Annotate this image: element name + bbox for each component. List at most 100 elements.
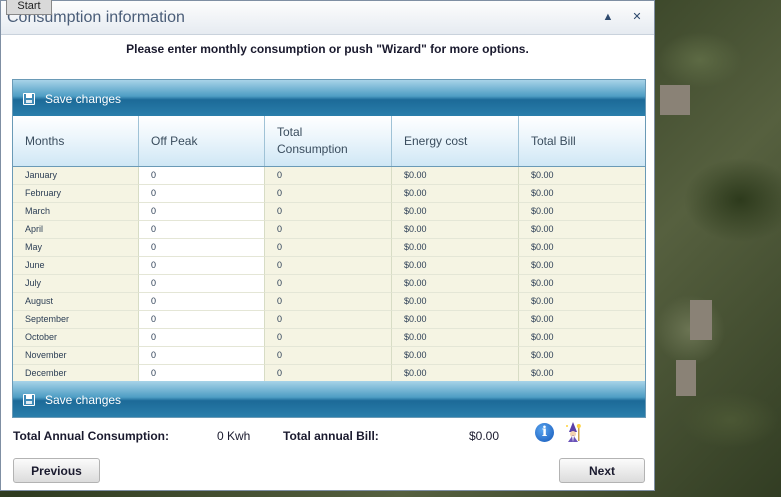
- total-consumption-cell[interactable]: 0: [265, 347, 392, 365]
- table-row[interactable]: April 0 0 $0.00 $0.00: [13, 221, 645, 239]
- save-changes-label: Save changes: [45, 393, 122, 407]
- wizard-icon[interactable]: [563, 421, 583, 443]
- total-consumption-cell[interactable]: 0: [265, 239, 392, 257]
- close-icon[interactable]: ✕: [630, 10, 644, 24]
- annual-summary: Total Annual Consumption: 0 Kwh Total an…: [1, 429, 654, 447]
- instruction-text: Please enter monthly consumption or push…: [126, 42, 529, 56]
- total-consumption-cell[interactable]: 0: [265, 185, 392, 203]
- month-cell: November: [13, 347, 139, 365]
- collapse-icon[interactable]: ▲: [601, 10, 615, 24]
- total-bill-cell: $0.00: [519, 311, 645, 329]
- previous-button[interactable]: Previous: [13, 458, 100, 483]
- energy-cost-cell: $0.00: [392, 329, 519, 347]
- off-peak-cell[interactable]: 0: [139, 239, 265, 257]
- info-icon[interactable]: i: [535, 423, 554, 442]
- total-consumption-cell[interactable]: 0: [265, 275, 392, 293]
- table-row[interactable]: September 0 0 $0.00 $0.00: [13, 311, 645, 329]
- floppy-disk-icon: [23, 394, 35, 406]
- total-annual-consumption-value: 0 Kwh: [217, 429, 251, 443]
- total-bill-cell: $0.00: [519, 239, 645, 257]
- off-peak-cell[interactable]: 0: [139, 185, 265, 203]
- energy-cost-cell: $0.00: [392, 239, 519, 257]
- total-bill-cell: $0.00: [519, 293, 645, 311]
- grid-body: January 0 0 $0.00 $0.00 February 0 0 $0.00 $0.00 M…: [13, 167, 645, 383]
- energy-cost-cell: $0.00: [392, 311, 519, 329]
- month-cell: September: [13, 311, 139, 329]
- total-bill-cell: $0.00: [519, 221, 645, 239]
- off-peak-cell[interactable]: 0: [139, 257, 265, 275]
- column-header-total-bill[interactable]: Total Bill: [519, 116, 645, 166]
- consumption-dialog: Consumption information ▲ ✕ Please enter…: [0, 0, 655, 491]
- energy-cost-cell: $0.00: [392, 167, 519, 185]
- next-button[interactable]: Next: [559, 458, 645, 483]
- save-changes-button[interactable]: Save changes: [23, 90, 121, 108]
- rooftop: [690, 300, 712, 340]
- off-peak-cell[interactable]: 0: [139, 221, 265, 239]
- energy-cost-cell: $0.00: [392, 347, 519, 365]
- table-row[interactable]: October 0 0 $0.00 $0.00: [13, 329, 645, 347]
- column-header-energy-cost[interactable]: Energy cost: [392, 116, 519, 166]
- table-row[interactable]: June 0 0 $0.00 $0.00: [13, 257, 645, 275]
- total-bill-cell: $0.00: [519, 347, 645, 365]
- dialog-titlebar: Consumption information ▲ ✕: [1, 1, 654, 35]
- total-consumption-cell[interactable]: 0: [265, 221, 392, 239]
- total-consumption-cell[interactable]: 0: [265, 203, 392, 221]
- table-row[interactable]: May 0 0 $0.00 $0.00: [13, 239, 645, 257]
- grid-header: Months Off Peak Total Consumption Energy…: [13, 116, 645, 167]
- table-row[interactable]: November 0 0 $0.00 $0.00: [13, 347, 645, 365]
- column-header-total-consumption[interactable]: Total Consumption: [265, 116, 392, 166]
- total-consumption-cell[interactable]: 0: [265, 329, 392, 347]
- month-cell: July: [13, 275, 139, 293]
- start-button[interactable]: Start: [6, 0, 52, 15]
- month-cell: January: [13, 167, 139, 185]
- total-consumption-cell[interactable]: 0: [265, 311, 392, 329]
- energy-cost-cell: $0.00: [392, 293, 519, 311]
- energy-cost-cell: $0.00: [392, 257, 519, 275]
- total-bill-cell: $0.00: [519, 167, 645, 185]
- rooftop: [676, 360, 696, 396]
- total-bill-cell: $0.00: [519, 203, 645, 221]
- off-peak-cell[interactable]: 0: [139, 167, 265, 185]
- floppy-disk-icon: [23, 93, 35, 105]
- off-peak-cell[interactable]: 0: [139, 203, 265, 221]
- off-peak-cell[interactable]: 0: [139, 293, 265, 311]
- month-cell: May: [13, 239, 139, 257]
- table-row[interactable]: March 0 0 $0.00 $0.00: [13, 203, 645, 221]
- month-cell: October: [13, 329, 139, 347]
- month-cell: February: [13, 185, 139, 203]
- energy-cost-cell: $0.00: [392, 275, 519, 293]
- total-annual-bill-value: $0.00: [469, 429, 500, 443]
- off-peak-cell[interactable]: 0: [139, 311, 265, 329]
- month-cell: August: [13, 293, 139, 311]
- consumption-grid: Save changes Months Off Peak Total Consu…: [12, 79, 646, 418]
- total-annual-consumption-label: Total Annual Consumption:: [13, 429, 169, 443]
- off-peak-cell[interactable]: 0: [139, 347, 265, 365]
- grid-toolbar-bottom: Save changes: [13, 381, 645, 417]
- total-consumption-cell[interactable]: 0: [265, 293, 392, 311]
- total-consumption-cell[interactable]: 0: [265, 257, 392, 275]
- total-bill-cell: $0.00: [519, 257, 645, 275]
- off-peak-cell[interactable]: 0: [139, 329, 265, 347]
- column-header-off-peak[interactable]: Off Peak: [139, 116, 265, 166]
- energy-cost-cell: $0.00: [392, 221, 519, 239]
- total-bill-cell: $0.00: [519, 185, 645, 203]
- energy-cost-cell: $0.00: [392, 203, 519, 221]
- energy-cost-cell: $0.00: [392, 185, 519, 203]
- save-changes-button[interactable]: Save changes: [23, 391, 121, 409]
- off-peak-cell[interactable]: 0: [139, 275, 265, 293]
- month-cell: April: [13, 221, 139, 239]
- total-annual-bill-label: Total annual Bill:: [283, 429, 379, 443]
- save-changes-label: Save changes: [45, 92, 122, 106]
- table-row[interactable]: July 0 0 $0.00 $0.00: [13, 275, 645, 293]
- total-bill-cell: $0.00: [519, 275, 645, 293]
- total-bill-cell: $0.00: [519, 329, 645, 347]
- month-cell: June: [13, 257, 139, 275]
- column-header-months[interactable]: Months: [13, 116, 139, 166]
- total-consumption-cell[interactable]: 0: [265, 167, 392, 185]
- table-row[interactable]: January 0 0 $0.00 $0.00: [13, 167, 645, 185]
- table-row[interactable]: February 0 0 $0.00 $0.00: [13, 185, 645, 203]
- month-cell: March: [13, 203, 139, 221]
- table-row[interactable]: August 0 0 $0.00 $0.00: [13, 293, 645, 311]
- grid-toolbar-top: Save changes: [13, 80, 645, 116]
- rooftop: [660, 85, 690, 115]
